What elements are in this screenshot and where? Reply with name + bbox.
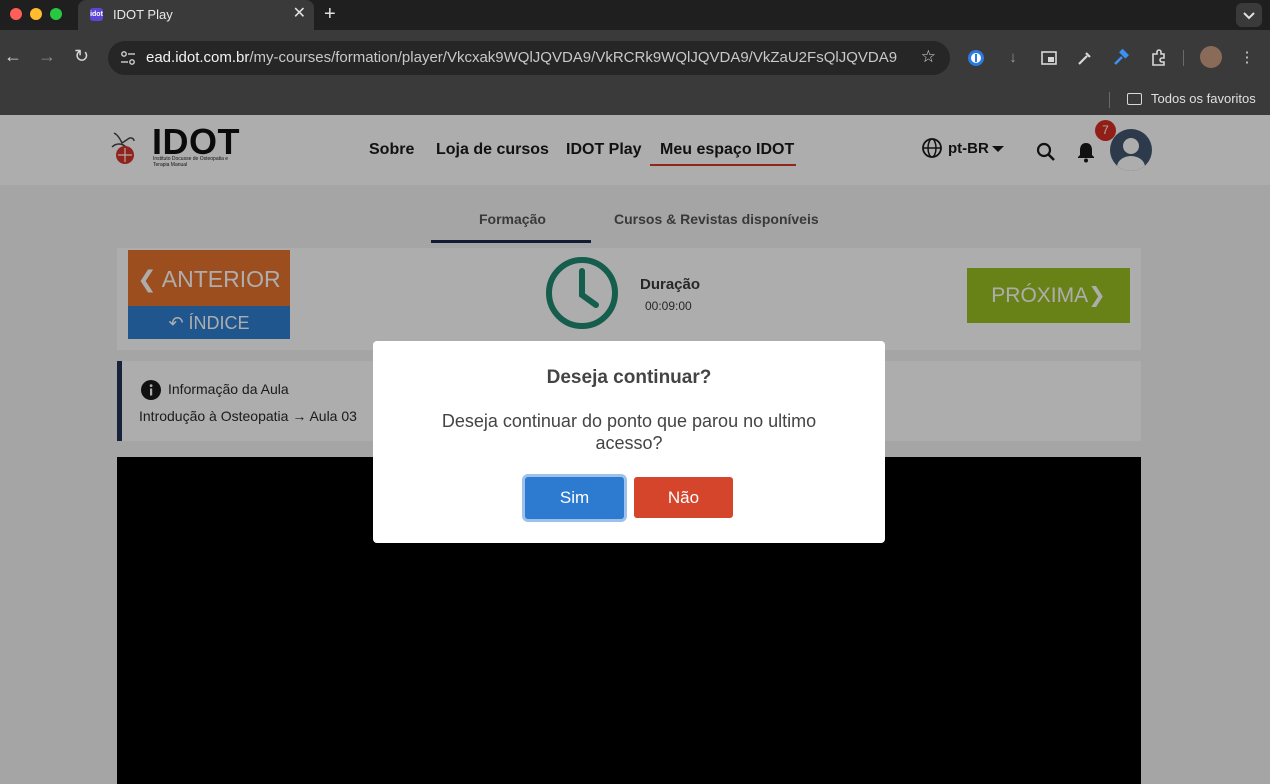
bookmarks-bar: Todos os favoritos bbox=[0, 85, 1270, 115]
folder-icon bbox=[1127, 93, 1142, 105]
toolbar-divider bbox=[1183, 50, 1184, 66]
puzzle-icon[interactable] bbox=[1148, 48, 1168, 68]
url-path: /my-courses/formation/player/Vkcxak9WQlJ… bbox=[249, 49, 898, 66]
url-text: ead.idot.com.br/my-courses/formation/pla… bbox=[146, 49, 897, 66]
star-icon[interactable]: ☆ bbox=[921, 47, 936, 67]
bookmarks-divider bbox=[1109, 92, 1110, 108]
bookmarks-folder-label[interactable]: Todos os favoritos bbox=[1151, 91, 1256, 106]
browser-tab[interactable]: idot IDOT Play ✕ bbox=[78, 0, 314, 30]
profile-avatar[interactable] bbox=[1200, 46, 1222, 68]
download-icon[interactable]: ↓ bbox=[1003, 48, 1023, 68]
site-settings-icon[interactable] bbox=[120, 49, 136, 67]
browser-tab-strip: idot IDOT Play ✕ + bbox=[0, 0, 1270, 30]
close-window-button[interactable] bbox=[10, 8, 22, 20]
close-icon[interactable]: ✕ bbox=[293, 5, 306, 23]
hammer-extension-icon[interactable] bbox=[1111, 48, 1131, 68]
tab-search-button[interactable] bbox=[1236, 3, 1262, 27]
back-arrow-icon[interactable]: ← bbox=[4, 46, 22, 67]
sim-button[interactable]: Sim bbox=[525, 477, 624, 519]
dialog-message: Deseja continuar do ponto que parou no u… bbox=[441, 411, 817, 453]
plus-icon[interactable]: + bbox=[324, 3, 336, 26]
favicon-icon: idot bbox=[90, 8, 103, 21]
picture-in-picture-icon[interactable] bbox=[1039, 48, 1059, 68]
reload-icon[interactable]: ↻ bbox=[74, 46, 89, 67]
resume-dialog: Deseja continuar? Deseja continuar do po… bbox=[373, 341, 885, 543]
minimize-window-button[interactable] bbox=[30, 8, 42, 20]
nao-button[interactable]: Não bbox=[634, 477, 733, 518]
url-host: ead.idot.com.br bbox=[146, 49, 250, 66]
forward-arrow-icon[interactable]: → bbox=[38, 46, 56, 67]
dialog-title: Deseja continuar? bbox=[546, 367, 712, 388]
maximize-window-button[interactable] bbox=[50, 8, 62, 20]
eyedropper-icon[interactable] bbox=[1075, 48, 1095, 68]
chevron-down-icon bbox=[1243, 12, 1255, 20]
tab-title: IDOT Play bbox=[113, 7, 173, 22]
browser-toolbar: ← → ↻ ead.idot.com.br/my-courses/formati… bbox=[0, 30, 1270, 85]
more-menu-icon[interactable]: ⋮ bbox=[1237, 48, 1257, 68]
password-manager-icon[interactable] bbox=[966, 48, 986, 68]
address-bar[interactable]: ead.idot.com.br/my-courses/formation/pla… bbox=[108, 41, 950, 75]
